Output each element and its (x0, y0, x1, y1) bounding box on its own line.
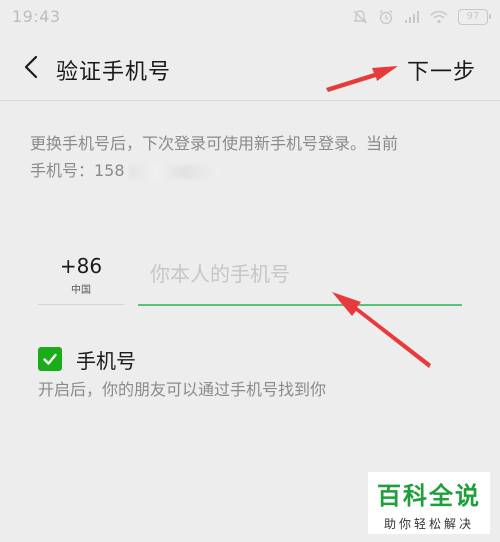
masked-phone-digits (128, 164, 221, 179)
phone-number-input[interactable] (148, 256, 452, 292)
country-code: +86 (59, 254, 103, 278)
alarm-icon (379, 9, 393, 25)
checkbox-hint: 开启后，你的朋友可以通过手机号找到你 (38, 380, 327, 399)
top-nav-bar: 验证手机号 下一步 (0, 34, 500, 100)
next-step-button[interactable]: 下一步 (407, 54, 476, 86)
watermark-title: 百科全说 (377, 482, 481, 510)
phone-field-wrapper (138, 248, 462, 306)
page-title: 验证手机号 (56, 60, 172, 85)
current-phone-label: 手机号：158 (30, 161, 125, 180)
watermark-logo: 百科全说 助你轻松解决 (368, 472, 490, 534)
checkbox-label: 手机号 (76, 349, 136, 373)
country-code-selector[interactable]: +86 中国 (38, 248, 124, 305)
checkmark-icon (43, 353, 57, 365)
wifi-icon (430, 10, 448, 24)
status-bar: 19:43 97 (0, 0, 500, 34)
chevron-left-icon (24, 55, 38, 79)
battery-icon: 97 (458, 9, 491, 25)
description-text: 更换手机号后，下次登录可使用新手机号登录。当前 手机号：158 (30, 130, 470, 184)
back-button[interactable] (14, 50, 48, 84)
status-time: 19:43 (12, 7, 61, 26)
signal-icon (405, 11, 419, 23)
description-line-2: 手机号：158 (30, 157, 470, 184)
description-line-1: 更换手机号后，下次登录可使用新手机号登录。当前 (30, 134, 399, 153)
watermark-subtitle: 助你轻松解决 (383, 517, 474, 531)
country-name: 中国 (71, 285, 91, 296)
status-icons: 97 (352, 8, 491, 26)
phone-discovery-checkbox[interactable] (38, 347, 62, 371)
header-divider (0, 100, 500, 101)
mute-bell-icon (353, 10, 367, 24)
